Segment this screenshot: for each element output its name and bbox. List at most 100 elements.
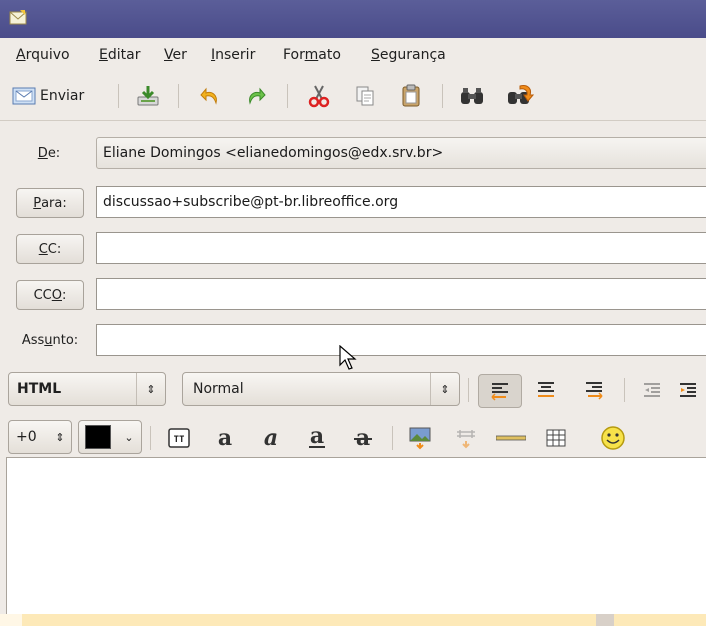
- format-separator: [150, 426, 151, 450]
- menu-seguranca[interactable]: Segurança: [371, 47, 446, 63]
- bcc-row: CC O:: [0, 278, 706, 312]
- copy-button[interactable]: [350, 82, 380, 110]
- subject-field[interactable]: [96, 324, 706, 356]
- to-field[interactable]: discussao+subscribe@pt-br.libreoffice.or…: [96, 186, 706, 218]
- indent-button[interactable]: [678, 374, 706, 406]
- menu-ver[interactable]: Ver: [164, 47, 187, 63]
- from-row: De: Eliane Domingos <elianedomingos@edx.…: [0, 137, 706, 171]
- insert-link-button[interactable]: [450, 422, 482, 454]
- cut-button[interactable]: [304, 82, 334, 110]
- bcc-field[interactable]: [96, 278, 706, 310]
- strikethrough-icon: a: [354, 427, 372, 449]
- font-size-select[interactable]: +0 ⇕: [8, 420, 72, 454]
- underline-button[interactable]: a: [300, 422, 334, 454]
- align-left-button[interactable]: [478, 374, 522, 408]
- bcc-button[interactable]: CC O:: [16, 280, 84, 310]
- redo-arrow-icon: [249, 87, 266, 105]
- cc-button[interactable]: C C:: [16, 234, 84, 264]
- menu-editar[interactable]: Editar: [99, 47, 140, 63]
- format-separator: [468, 378, 469, 402]
- insert-smiley-button[interactable]: [596, 422, 630, 454]
- menu-formato[interactable]: Formato: [283, 47, 341, 63]
- subject-label: Ass u nto:: [21, 332, 79, 348]
- italic-icon: a: [264, 427, 278, 449]
- cc-field[interactable]: [96, 232, 706, 264]
- insert-table-button[interactable]: [540, 422, 572, 454]
- align-center-button[interactable]: [530, 374, 562, 406]
- align-center-icon: [538, 382, 554, 397]
- find-button[interactable]: [456, 82, 488, 110]
- undo-arrow-icon: [200, 87, 217, 105]
- paste-clipboard-icon: [402, 84, 420, 107]
- chevron-down-icon: ⌄: [124, 430, 134, 444]
- scissors-icon: [308, 85, 330, 108]
- toolbar-separator: [178, 84, 179, 108]
- smiley-icon: [601, 426, 625, 450]
- title-bar: [0, 0, 706, 38]
- indent-icon: [680, 383, 696, 397]
- menu-inserir[interactable]: Inserir: [211, 47, 255, 63]
- save-download-icon: [137, 86, 159, 106]
- copy-icon: [356, 86, 374, 106]
- svg-text:a: a: [218, 427, 232, 449]
- toolbar-separator: [442, 84, 443, 108]
- find-replace-icon: [508, 85, 534, 104]
- undo-button[interactable]: [196, 82, 226, 110]
- teletype-font-icon: TT: [168, 428, 190, 448]
- align-right-icon: [586, 382, 603, 400]
- fixed-width-button[interactable]: TT: [162, 422, 196, 454]
- align-left-icon: [491, 383, 508, 401]
- send-button-label: Enviar: [40, 88, 85, 104]
- svg-text:a: a: [264, 427, 278, 449]
- menu-arquivo[interactable]: Arquivo: [16, 47, 70, 63]
- from-account-select[interactable]: Eliane Domingos <elianedomingos@edx.srv.…: [96, 137, 706, 169]
- save-button[interactable]: [132, 82, 164, 110]
- svg-text:a: a: [310, 426, 324, 449]
- bold-icon: a: [218, 427, 232, 449]
- outdent-icon: [644, 383, 660, 397]
- compose-window: Arquivo Editar Ver Inserir Formato Segur…: [0, 0, 706, 614]
- main-toolbar: Enviar: [0, 74, 706, 121]
- to-button[interactable]: Para:: [16, 188, 84, 218]
- font-size-value: +0: [16, 429, 37, 445]
- paste-button[interactable]: [396, 82, 426, 110]
- find-replace-button[interactable]: [504, 82, 536, 110]
- table-icon: [546, 429, 566, 447]
- send-mail-icon: [12, 87, 36, 105]
- format-separator: [624, 378, 625, 402]
- insert-link-icon: [457, 430, 475, 449]
- updown-chevron-icon: ⇕: [55, 430, 65, 444]
- outdent-button[interactable]: [636, 374, 668, 406]
- strikethrough-button[interactable]: a: [346, 422, 380, 454]
- editor-mode-value: HTML: [17, 381, 62, 397]
- updown-chevron-icon: ⇕: [430, 373, 459, 405]
- svg-text:TT: TT: [174, 435, 185, 445]
- to-row: Para: discussao+subscribe@pt-br.libreoff…: [0, 186, 706, 220]
- toolbar-separator: [287, 84, 288, 108]
- paragraph-style-select[interactable]: Normal ⇕: [182, 372, 460, 406]
- horizontal-rule-icon: [496, 435, 526, 441]
- status-strip-block: [596, 614, 614, 626]
- text-color-swatch: [85, 425, 111, 449]
- insert-image-icon: [409, 427, 431, 450]
- underline-icon: a: [309, 426, 325, 449]
- from-label: De:: [37, 145, 61, 161]
- text-color-picker[interactable]: ⌄: [78, 420, 142, 454]
- send-button[interactable]: Enviar: [12, 82, 104, 110]
- cc-row: C C:: [0, 232, 706, 266]
- format-separator: [392, 426, 393, 450]
- toolbar-separator: [118, 84, 119, 108]
- editor-mode-select[interactable]: HTML ⇕: [8, 372, 166, 406]
- paragraph-style-value: Normal: [193, 381, 244, 397]
- message-body-editor[interactable]: [6, 457, 706, 614]
- updown-chevron-icon: ⇕: [136, 373, 165, 405]
- insert-rule-button[interactable]: [494, 422, 528, 454]
- compose-mail-icon: [9, 10, 27, 25]
- italic-button[interactable]: a: [254, 422, 288, 454]
- redo-button[interactable]: [240, 82, 270, 110]
- insert-image-button[interactable]: [404, 422, 436, 454]
- binoculars-icon: [461, 88, 483, 104]
- mouse-pointer-icon: [339, 345, 357, 370]
- bold-button[interactable]: a: [208, 422, 242, 454]
- align-right-button[interactable]: [578, 374, 610, 406]
